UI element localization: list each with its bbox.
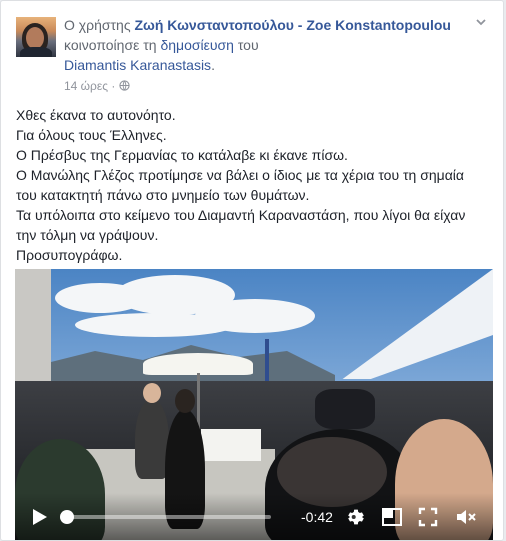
post-line: Ο Μανώλης Γλέζος προτίμησε να βάλει ο ίδ… [16, 167, 465, 183]
timestamp-link[interactable]: 14 ώρες [64, 79, 108, 93]
post-meta: 14 ώρες · [64, 76, 464, 96]
prefix-text: Ο χρήστης [64, 17, 131, 33]
video-player[interactable]: -0:42 [15, 269, 493, 540]
video-umbrella [143, 353, 253, 375]
post-card: Ο χρήστης Ζωή Κωνσταντοπούλου - Zoe Kons… [0, 0, 504, 541]
author-avatar[interactable] [16, 17, 56, 57]
author-name-link[interactable]: Ζωή Κωνσταντοπούλου - Zoe Konstantopoulo… [134, 17, 451, 33]
progress-thumb[interactable] [60, 510, 74, 524]
picture-in-picture-icon[interactable] [381, 506, 403, 528]
post-line: Προσυπογράφω. [16, 247, 123, 263]
mute-icon[interactable] [455, 506, 477, 528]
globe-icon [119, 79, 130, 93]
meta-dot: · [111, 79, 116, 93]
progress-track[interactable] [60, 510, 271, 524]
post-body: Χθες έκανα το αυτονόητο. Για όλους τους … [16, 105, 491, 265]
gear-icon[interactable] [345, 506, 367, 528]
play-icon[interactable] [29, 507, 49, 527]
post-line: Ο Πρέσβυς της Γερμανίας το κατάλαβε κι έ… [16, 147, 348, 163]
of-text: του [237, 37, 259, 53]
header-text: Ο χρήστης Ζωή Κωνσταντοπούλου - Zoe Kons… [64, 15, 464, 96]
post-link[interactable]: δημοσίευση [160, 37, 234, 53]
fullscreen-icon[interactable] [417, 506, 439, 528]
shared-text: κοινοποίησε τη [64, 37, 157, 53]
video-controls: -0:42 [15, 493, 493, 540]
post-line: του κατακτητή πάνω στο μνημείο των θυμάτ… [16, 187, 310, 203]
original-author-link[interactable]: Diamantis Karanastasis [64, 57, 211, 73]
time-remaining: -0:42 [301, 509, 333, 525]
post-line: Για όλους τους Έλληνες. [16, 127, 167, 143]
post-line: την τόλμη να γράψουν. [16, 227, 159, 243]
post-line: Χθες έκανα το αυτονόητο. [16, 107, 176, 123]
post-line: Τα υπόλοιπα στο κείμενο του Διαμαντή Καρ… [16, 207, 466, 223]
chevron-down-icon[interactable] [473, 15, 489, 31]
video-table [201, 429, 261, 461]
